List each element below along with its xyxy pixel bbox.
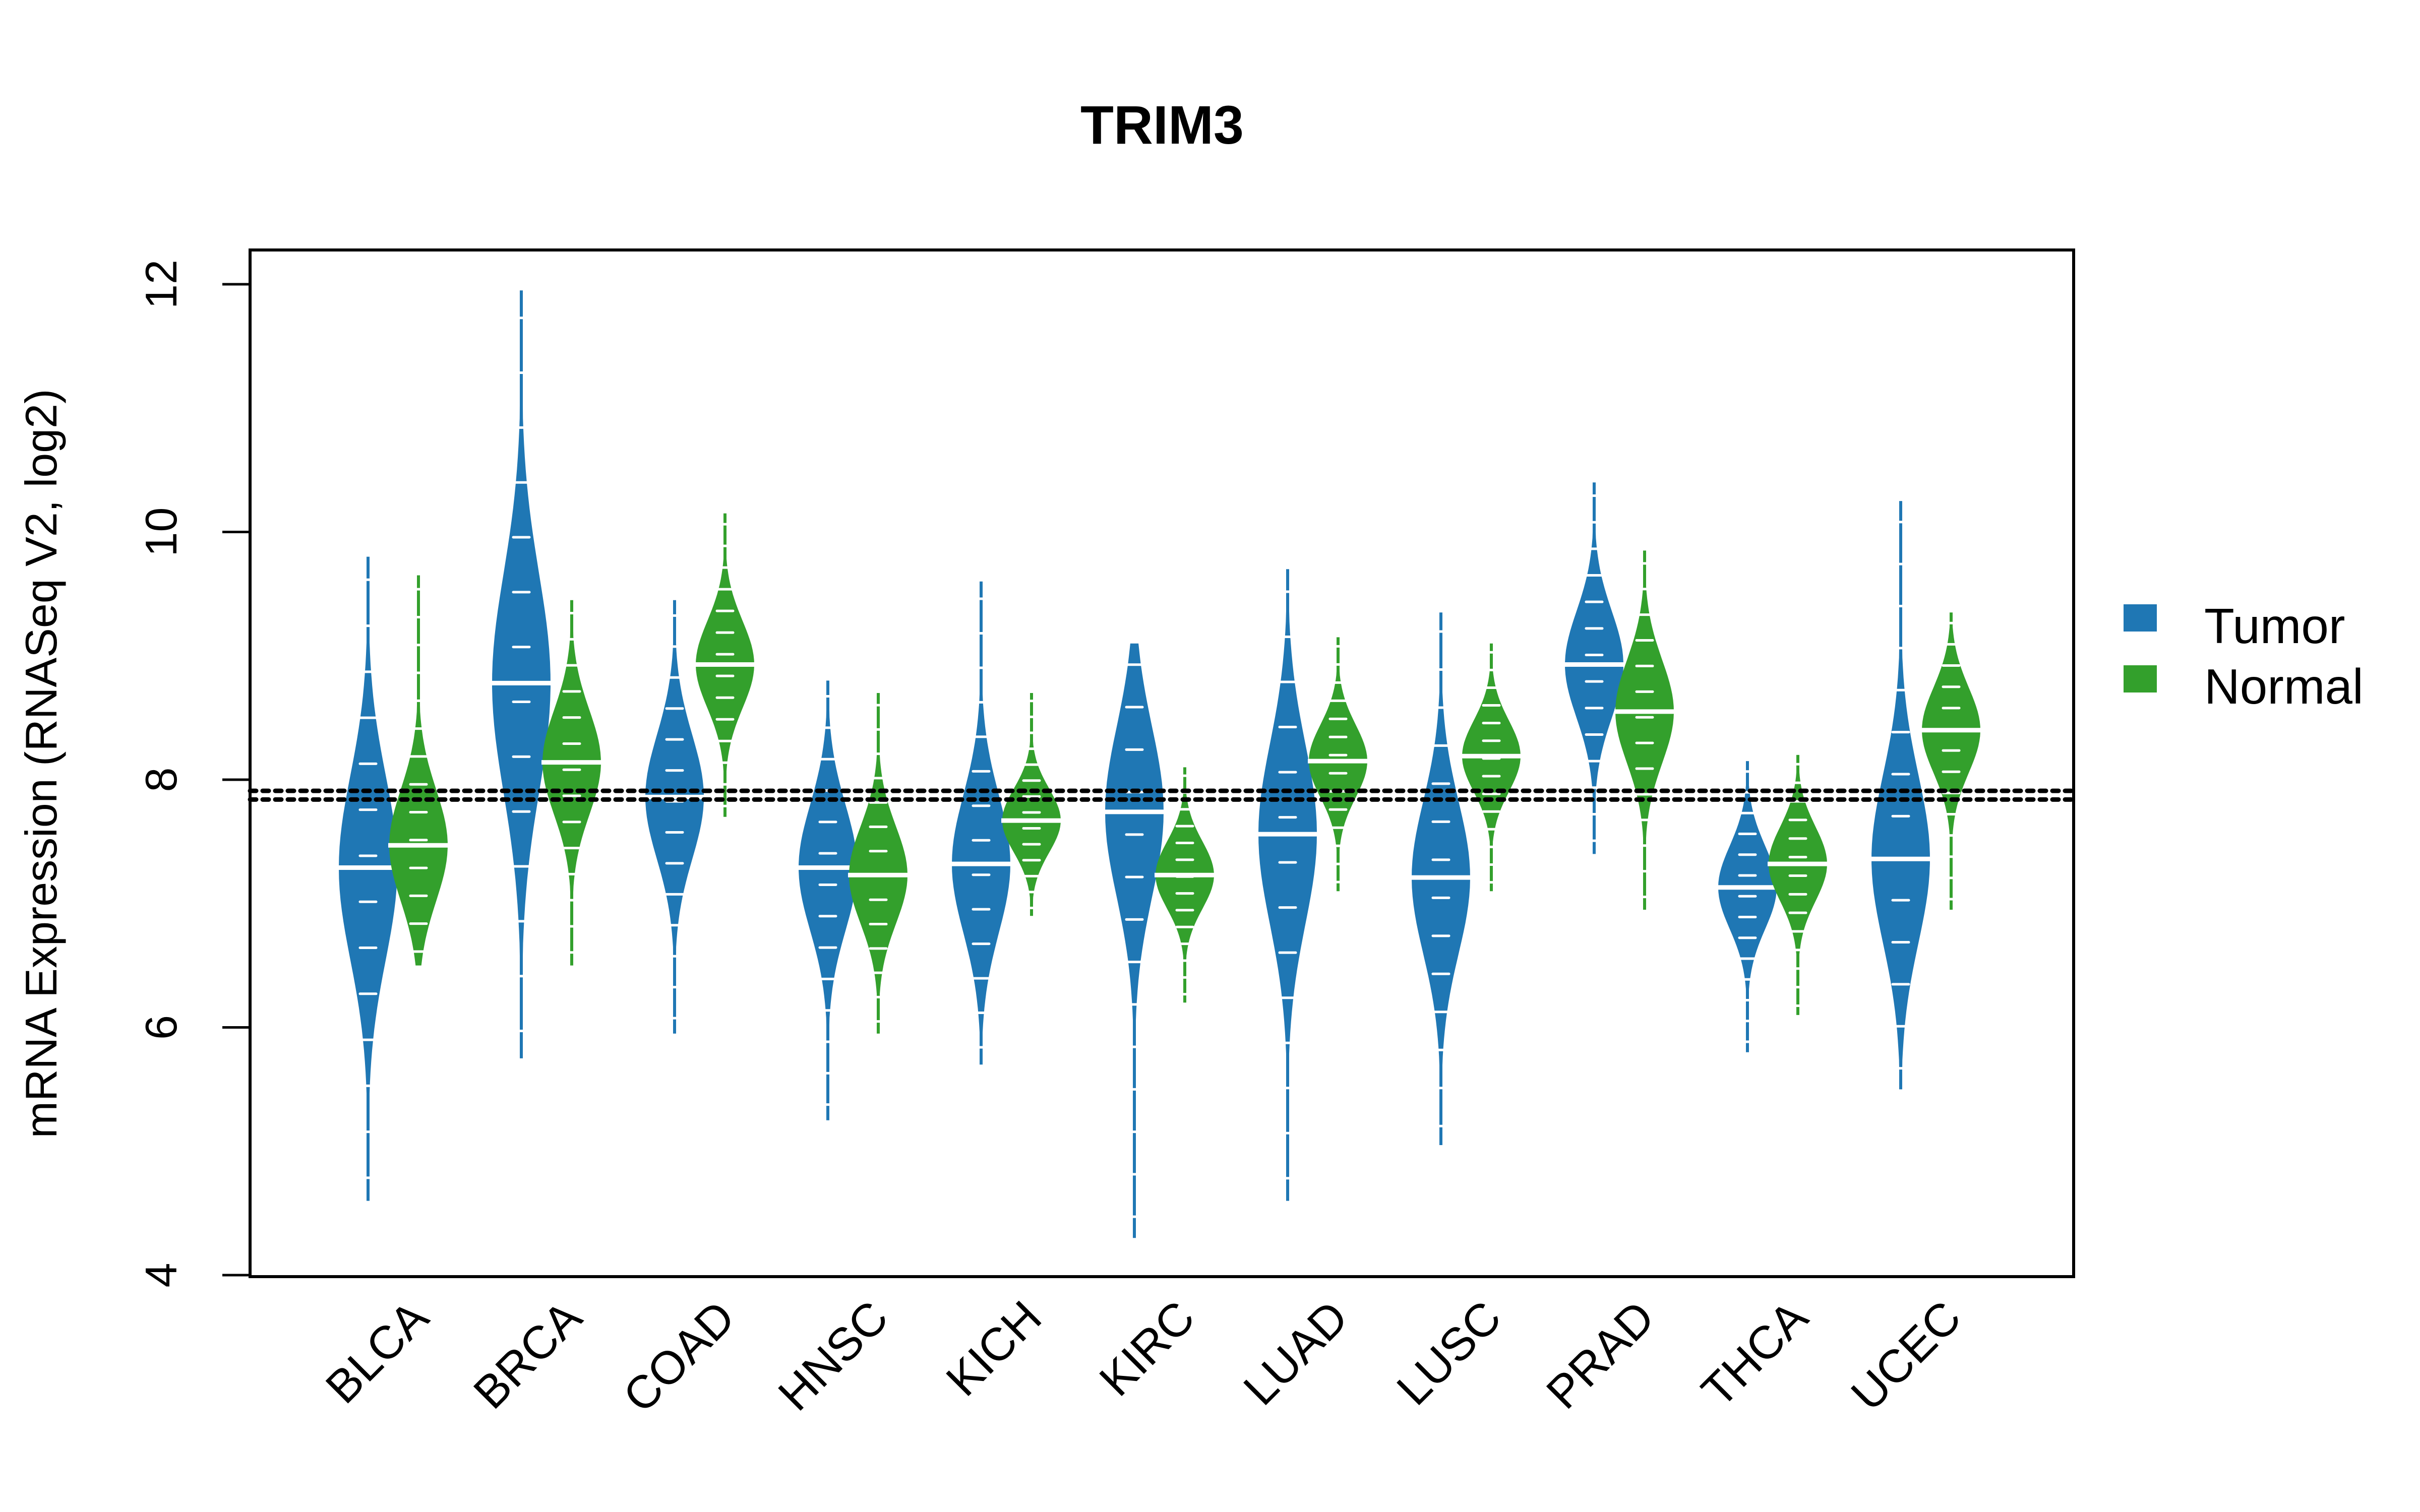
bean-normal-coad: [695, 513, 755, 817]
bean-shape: [1718, 761, 1777, 1052]
beans-layer: [338, 290, 1981, 1238]
bean-tumor-hnsc: [798, 680, 858, 1120]
y-tick-label: 8: [136, 768, 186, 792]
bean-shape: [1462, 643, 1521, 892]
bean-shape: [952, 581, 1010, 1065]
x-tick-label-kirc: KIRC: [1090, 1291, 1205, 1406]
bean-tumor-thca: [1717, 761, 1778, 1052]
bean-shape: [1002, 693, 1061, 916]
bean-shape: [492, 290, 551, 1058]
bean-normal-ucec: [1921, 612, 1981, 910]
bean-normal-brca: [541, 600, 602, 966]
x-tick-label-brca: BRCA: [464, 1291, 591, 1419]
bean-shape: [1871, 501, 1930, 1090]
bean-normal-blca: [388, 575, 449, 966]
y-tick-label: 10: [136, 508, 186, 557]
chart-title: TRIM3: [1080, 94, 1244, 155]
y-tick-label: 4: [136, 1263, 186, 1288]
bean-normal-luad: [1308, 637, 1368, 892]
bean-tumor-brca: [491, 290, 552, 1058]
bean-tumor-blca: [338, 556, 398, 1201]
bean-normal-kich: [1001, 693, 1062, 916]
x-tick-label-coad: COAD: [614, 1291, 745, 1422]
bean-shape: [389, 575, 448, 966]
bean-normal-prad: [1614, 550, 1675, 910]
legend: Tumor Normal: [2124, 598, 2364, 714]
legend-swatch-tumor: [2124, 604, 2157, 632]
bean-shape: [1615, 550, 1674, 910]
bean-tumor-kirc: [1104, 643, 1165, 1238]
y-tick-label: 6: [136, 1015, 186, 1040]
bean-shape: [1922, 612, 1980, 910]
legend-label-normal: Normal: [2204, 659, 2364, 714]
bean-shape: [1156, 767, 1214, 1003]
beanplot-chart: TRIM3 mRNA Expression (RNASeq V2, log2) …: [16, 94, 2364, 1423]
legend-label-tumor: Tumor: [2204, 598, 2345, 654]
bean-normal-thca: [1768, 754, 1828, 1015]
bean-shape: [542, 600, 601, 966]
bean-shape: [849, 693, 908, 1034]
bean-tumor-luad: [1257, 569, 1318, 1201]
bean-shape: [1105, 643, 1164, 1238]
bean-tumor-lusc: [1411, 612, 1471, 1145]
bean-normal-hnsc: [848, 693, 909, 1034]
bean-shape: [1309, 637, 1367, 892]
x-tick-label-blca: BLCA: [316, 1291, 439, 1414]
bean-shape: [339, 556, 397, 1201]
x-tick-label-thca: THCA: [1692, 1291, 1818, 1417]
y-axis-label: mRNA Expression (RNASeq V2, log2): [16, 389, 66, 1139]
y-tick-label: 12: [136, 260, 186, 309]
y-axis: 4 6 8 10 12: [136, 260, 252, 1288]
bean-shape: [1258, 569, 1317, 1201]
bean-shape: [1769, 754, 1827, 1015]
bean-shape: [799, 680, 857, 1120]
x-tick-label-kich: KICH: [937, 1291, 1052, 1406]
x-tick-label-lusc: LUSC: [1387, 1291, 1511, 1415]
legend-swatch-normal: [2124, 665, 2157, 692]
x-tick-label-luad: LUAD: [1234, 1291, 1358, 1415]
bean-tumor-kich: [951, 581, 1011, 1065]
bean-tumor-ucec: [1870, 501, 1931, 1090]
x-tick-label-hnsc: HNSC: [769, 1291, 898, 1420]
x-axis: BLCA BRCA COAD HNSC KICH KIRC LUAD LUSC PRAD THCA…: [316, 1291, 1971, 1423]
x-tick-label-prad: PRAD: [1537, 1291, 1664, 1419]
bean-normal-kirc: [1155, 767, 1215, 1003]
bean-normal-lusc: [1461, 643, 1522, 892]
x-tick-label-ucec: UCEC: [1842, 1291, 1971, 1420]
